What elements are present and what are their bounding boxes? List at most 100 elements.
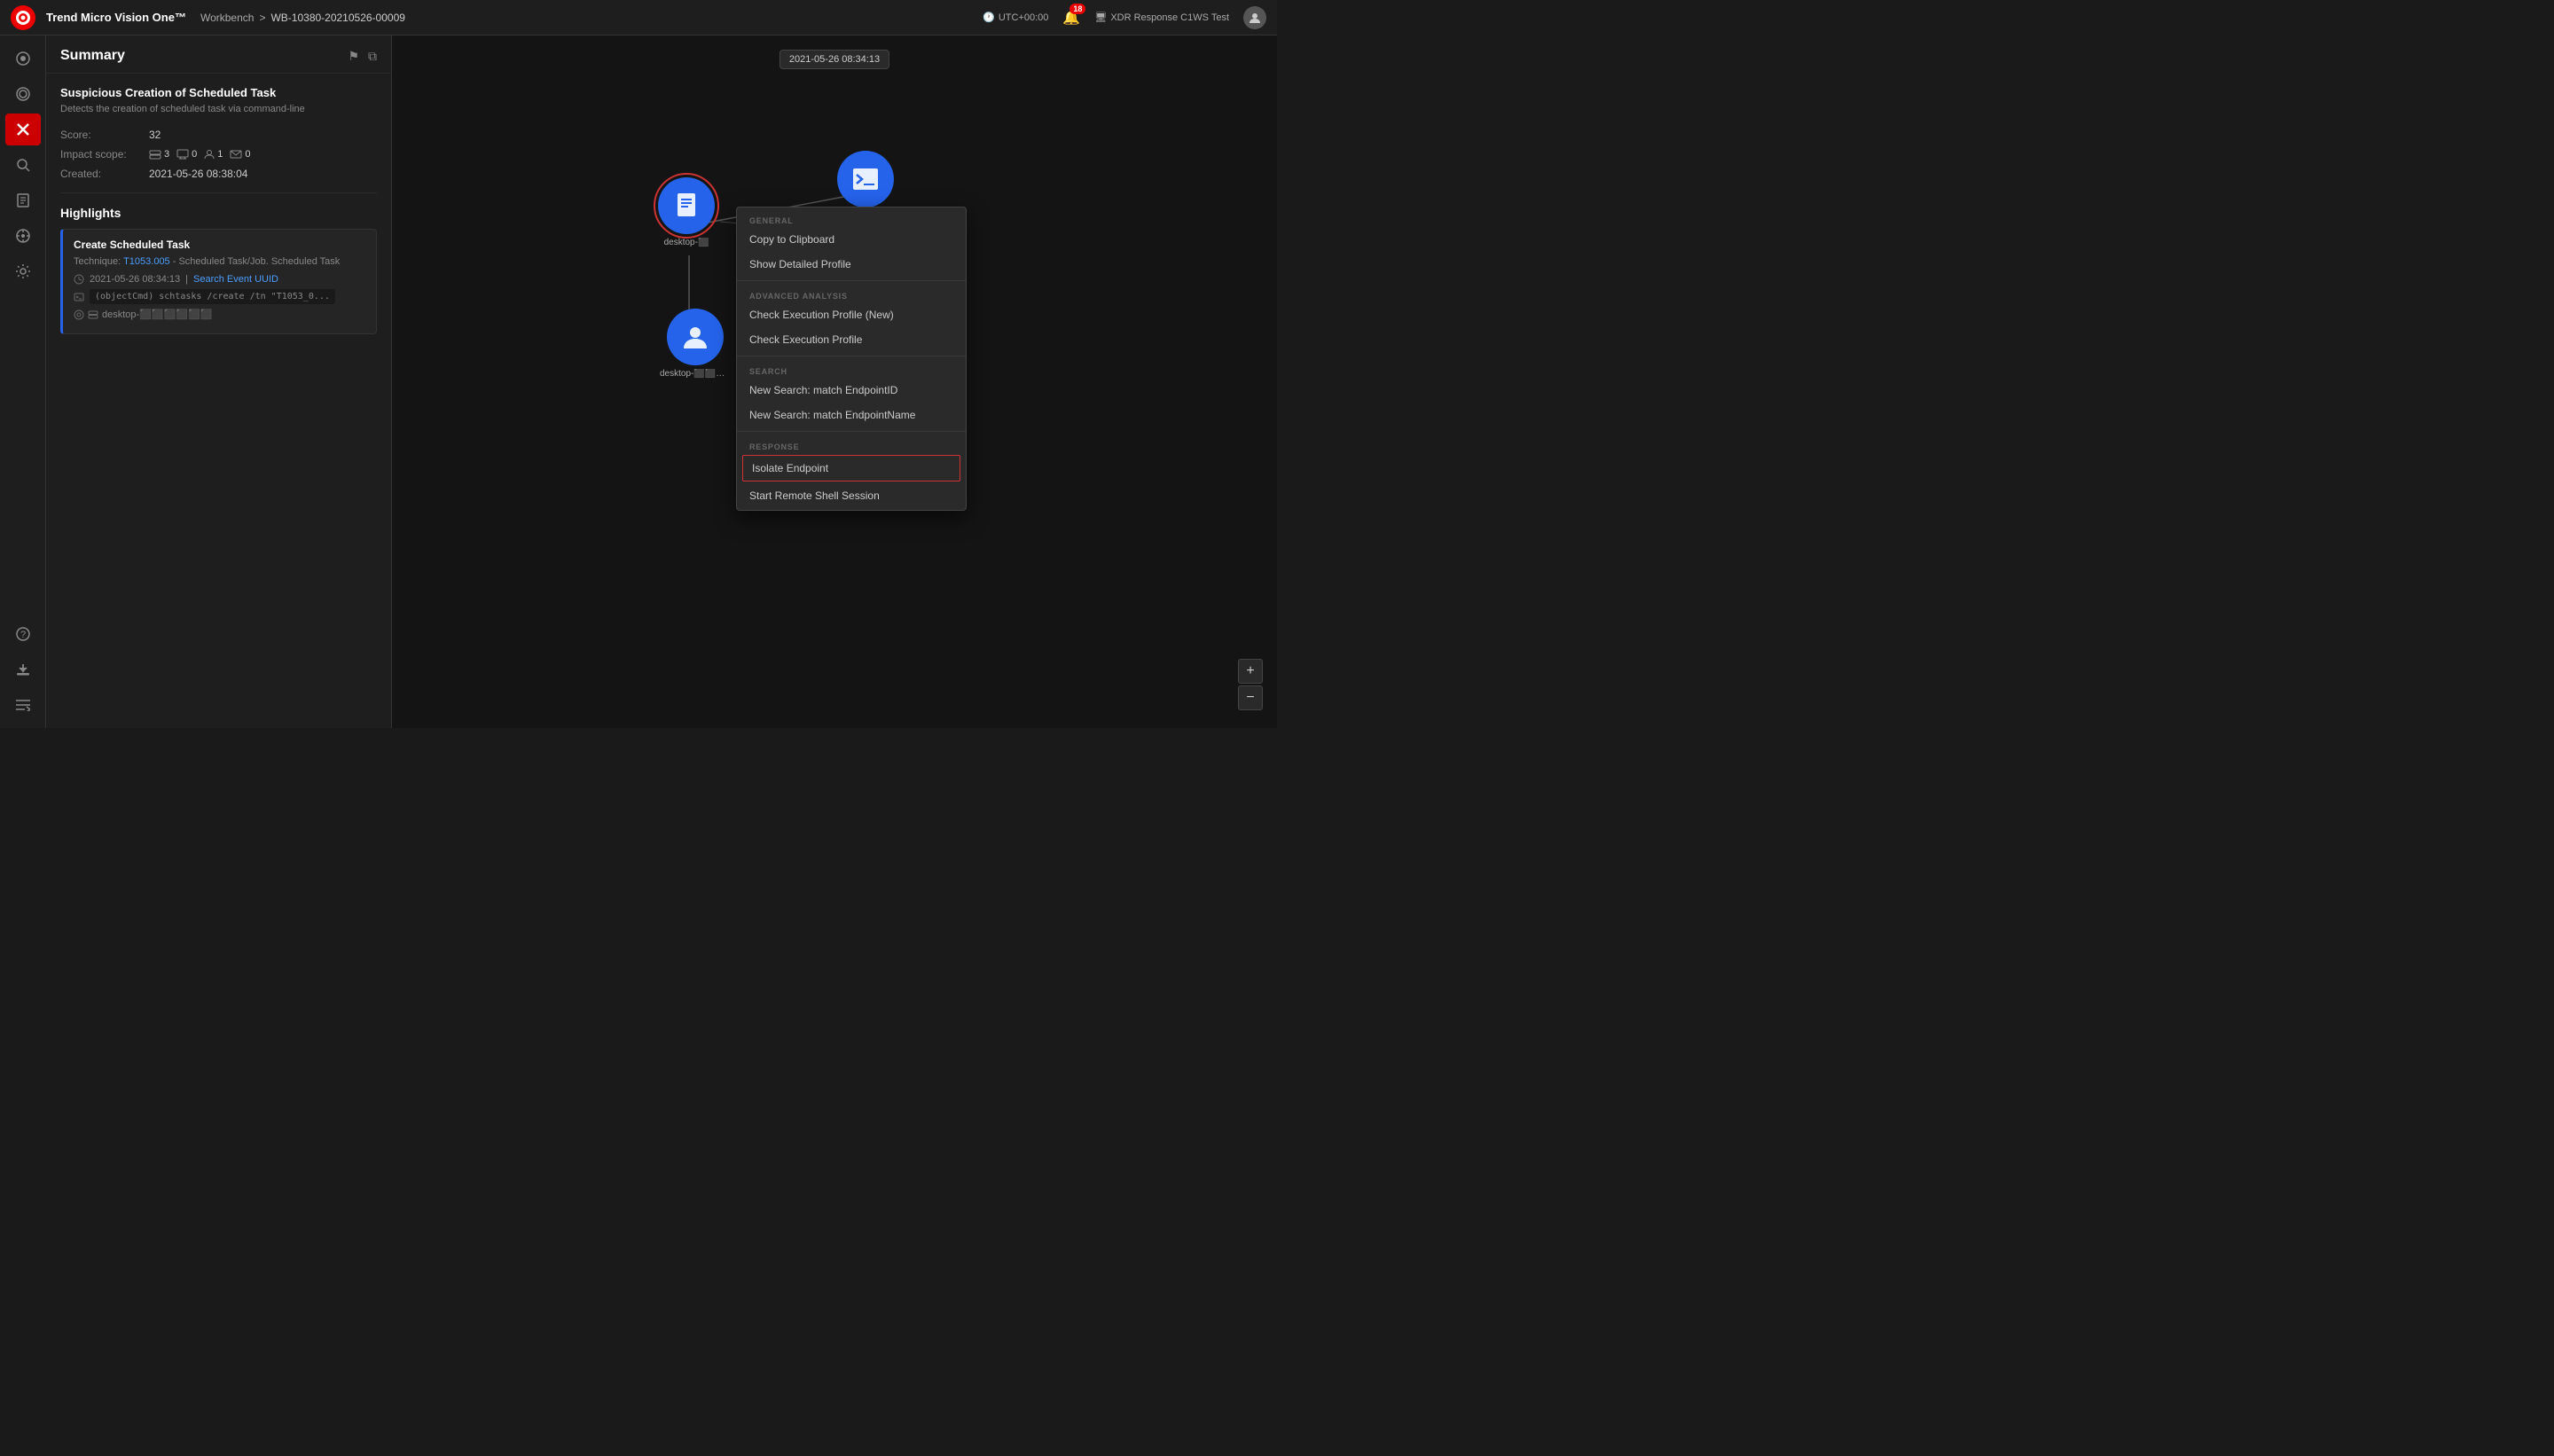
sidebar-item-incidents[interactable] (5, 78, 41, 110)
highlight-card-title: Create Scheduled Task (74, 239, 365, 251)
zoom-in-button[interactable]: + (1238, 659, 1263, 684)
zoom-controls: + − (1238, 659, 1263, 710)
check-exec-item[interactable]: Check Execution Profile (737, 327, 966, 352)
main-canvas: 2021-05-26 08:34:13 _OnLogon" /sc onlogo… (392, 35, 1277, 728)
server-icon (88, 310, 98, 319)
technique-link[interactable]: T1053.005 (123, 256, 170, 267)
copy-clipboard-item[interactable]: Copy to Clipboard (737, 227, 966, 252)
sidebar-item-search[interactable] (5, 149, 41, 181)
created-value: 2021-05-26 08:38:04 (149, 168, 247, 180)
svg-text:?: ? (20, 630, 26, 640)
sidebar-item-assets[interactable] (5, 220, 41, 252)
notification-bell[interactable]: 🔔 18 (1062, 9, 1080, 27)
check-exec-new-item[interactable]: Check Execution Profile (New) (737, 302, 966, 327)
created-row: Created: 2021-05-26 08:38:04 (60, 168, 377, 180)
header-right: 🕐 UTC+00:00 🔔 18 🖥 XDR Response C1WS Tes… (983, 6, 1266, 29)
user-icon (680, 322, 710, 352)
clock-icon: 🕐 (983, 12, 995, 23)
copy-icon[interactable]: ⧉ (368, 49, 377, 64)
highlight-card: Create Scheduled Task Technique: T1053.0… (60, 229, 377, 334)
timestamp-bubble: 2021-05-26 08:34:13 (780, 50, 889, 69)
alert-desc: Detects the creation of scheduled task v… (60, 103, 377, 116)
breadcrumb-workbench[interactable]: Workbench (200, 12, 254, 24)
workspace-selector[interactable]: 🖥 XDR Response C1WS Test (1094, 12, 1229, 23)
terminal-node-circle (837, 151, 894, 207)
monitor-icon: 🖥 (1094, 12, 1107, 23)
general-label: GENERAL (737, 213, 966, 227)
network-icon (74, 309, 84, 320)
sidebar-item-xdr[interactable] (5, 114, 41, 145)
event-uuid-link[interactable]: Search Event UUID (193, 274, 278, 285)
summary-header: Summary ⚑ ⧉ (46, 35, 391, 74)
context-menu: GENERAL Copy to Clipboard Show Detailed … (736, 207, 967, 511)
flag-icon[interactable]: ⚑ (348, 49, 359, 64)
technique-row: Technique: T1053.005 - Scheduled Task/Jo… (74, 256, 365, 267)
search-endpoint-id-item[interactable]: New Search: match EndpointID (737, 378, 966, 403)
remote-shell-item[interactable]: Start Remote Shell Session (737, 483, 966, 508)
zoom-out-button[interactable]: − (1238, 685, 1263, 710)
advanced-label: ADVANCED ANALYSIS (737, 288, 966, 302)
breadcrumb: Workbench > WB-10380-20210526-00009 (200, 12, 405, 24)
divider3 (737, 431, 966, 432)
divider (60, 192, 377, 193)
impact-label: Impact scope: (60, 148, 149, 160)
sidebar-item-help[interactable]: ? (5, 618, 41, 650)
sidebar-item-settings[interactable] (5, 255, 41, 287)
server-node-label: desktop-⬛ (664, 238, 709, 247)
summary-panel: Summary ⚑ ⧉ Suspicious Creation of Sched… (46, 35, 392, 728)
sidebar: ? (0, 35, 46, 728)
response-label: RESPONSE (737, 439, 966, 453)
cmd-text: (objectCmd) schtasks /create /tn "T1053_… (90, 289, 335, 304)
summary-content: Suspicious Creation of Scheduled Task De… (46, 74, 391, 347)
logo[interactable] (11, 5, 35, 30)
notification-badge: 18 (1069, 4, 1085, 14)
desktop-count: 0 (176, 149, 197, 160)
sidebar-item-dashboard[interactable] (5, 43, 41, 74)
sidebar-bottom: ? (5, 618, 41, 728)
hostname-row: desktop-⬛⬛⬛⬛⬛⬛ (74, 309, 365, 320)
app-title: Trend Micro Vision One™ (46, 11, 186, 24)
server-node-circle (658, 177, 715, 234)
impact-row: Impact scope: 3 0 1 (60, 148, 377, 160)
user-node-circle (667, 309, 724, 365)
utc-display: 🕐 UTC+00:00 (983, 12, 1048, 23)
user-node-label: desktop-⬛⬛⬛⬛⬛⬛ (660, 369, 731, 379)
sidebar-item-expand[interactable] (5, 689, 41, 721)
terminal-node-icon (851, 167, 880, 192)
alert-title: Suspicious Creation of Scheduled Task (60, 86, 377, 99)
isolate-endpoint-item[interactable]: Isolate Endpoint (742, 455, 960, 481)
email-count: 0 (230, 149, 250, 160)
score-value: 32 (149, 129, 161, 141)
document-icon (672, 192, 701, 220)
summary-title: Summary (60, 48, 125, 64)
breadcrumb-id: WB-10380-20210526-00009 (270, 12, 404, 24)
cmd-row: (objectCmd) schtasks /create /tn "T1053_… (74, 289, 365, 304)
main-layout: ? Summary ⚑ ⧉ Suspicious Creation of Sch… (0, 35, 1277, 728)
highlights-title: Highlights (60, 206, 377, 220)
user-node[interactable]: desktop-⬛⬛⬛⬛⬛⬛ (660, 309, 731, 379)
clock-icon (74, 274, 84, 285)
divider1 (737, 280, 966, 281)
event-time-row: 2021-05-26 08:34:13 | Search Event UUID (74, 274, 365, 285)
summary-actions: ⚑ ⧉ (348, 49, 377, 64)
score-label: Score: (60, 129, 149, 141)
impact-values: 3 0 1 0 (149, 149, 251, 160)
terminal-node[interactable] (837, 151, 894, 207)
context-menu-search: SEARCH New Search: match EndpointID New … (737, 358, 966, 429)
show-profile-item[interactable]: Show Detailed Profile (737, 252, 966, 277)
search-endpoint-name-item[interactable]: New Search: match EndpointName (737, 403, 966, 427)
score-row: Score: 32 (60, 129, 377, 141)
user-avatar[interactable] (1243, 6, 1266, 29)
user-count: 1 (204, 149, 223, 160)
context-menu-advanced: ADVANCED ANALYSIS Check Execution Profil… (737, 283, 966, 354)
server-count: 3 (149, 149, 169, 160)
sidebar-item-reports[interactable] (5, 184, 41, 216)
context-menu-response: RESPONSE Isolate Endpoint Start Remote S… (737, 434, 966, 510)
created-label: Created: (60, 168, 149, 180)
server-node[interactable]: desktop-⬛ (658, 177, 715, 247)
breadcrumb-sep: > (259, 12, 265, 24)
search-label: SEARCH (737, 364, 966, 378)
context-menu-general: GENERAL Copy to Clipboard Show Detailed … (737, 207, 966, 278)
sidebar-item-downloads[interactable] (5, 654, 41, 685)
terminal-icon (74, 293, 84, 301)
